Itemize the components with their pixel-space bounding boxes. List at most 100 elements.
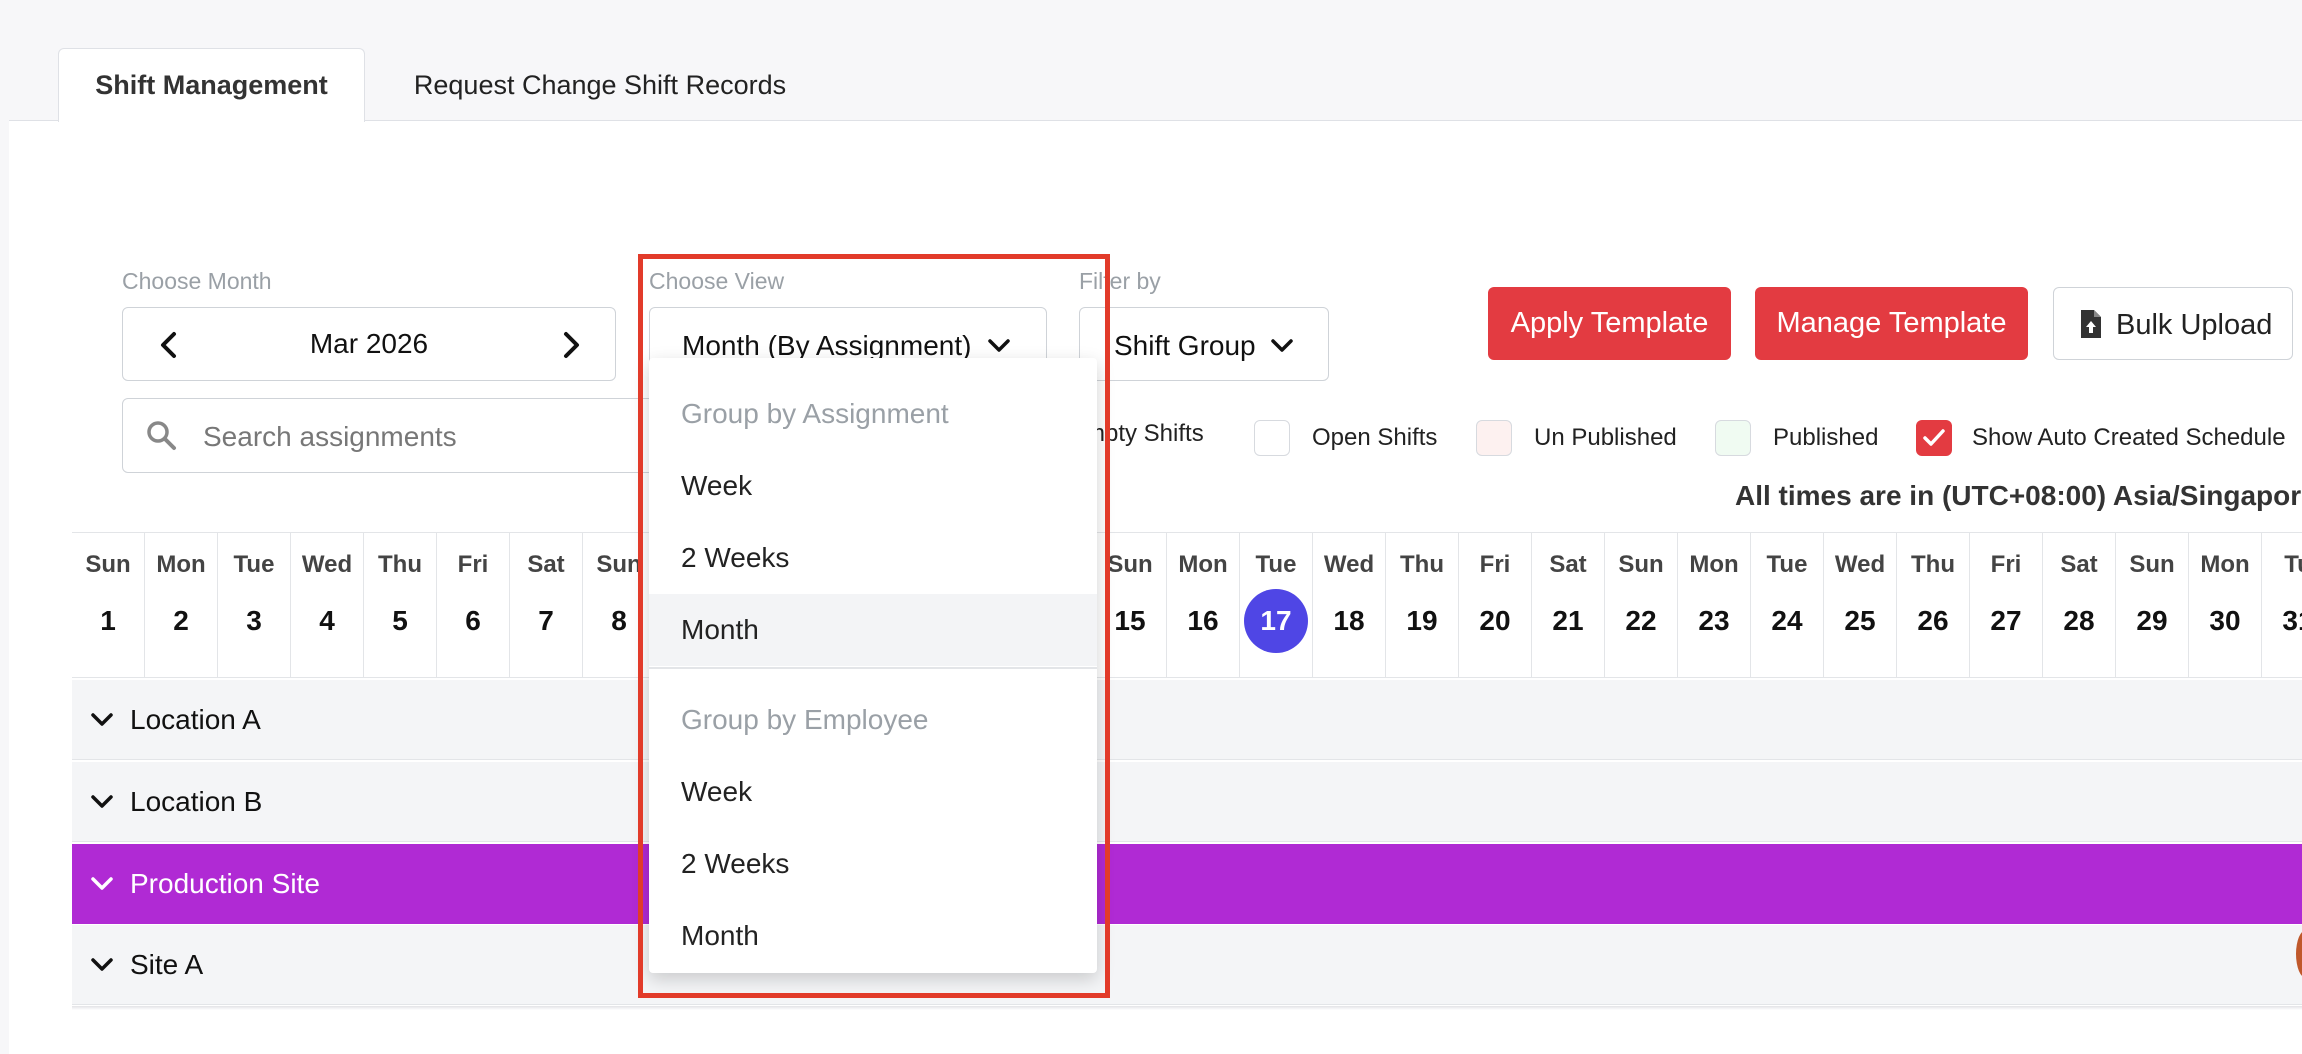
day-number: 6 — [465, 605, 481, 636]
day-name: Sat — [1549, 551, 1587, 578]
day-name: Mon — [2200, 551, 2250, 578]
dropdown-option-employee-2-weeks[interactable]: 2 Weeks — [649, 828, 1097, 900]
group-row-production-site[interactable]: Production Site — [72, 844, 2302, 924]
apply-template-button[interactable]: Apply Template — [1488, 287, 1731, 360]
day-name: Sun — [2129, 551, 2175, 578]
dropdown-option-assignment-month[interactable]: Month — [649, 594, 1097, 666]
group-row-site-a[interactable]: Site A — [72, 925, 2302, 1005]
calendar-day-7[interactable]: Sat 7 — [510, 533, 583, 677]
dropdown-option-employee-month[interactable]: Month — [649, 900, 1097, 972]
left-gutter — [0, 121, 9, 1054]
calendar-day-16[interactable]: Mon 16 — [1167, 533, 1240, 677]
day-number: 5 — [392, 605, 408, 636]
day-name: Sun — [1618, 551, 1664, 578]
calendar-day-17[interactable]: Tue 17 — [1240, 533, 1313, 677]
calendar-day-18[interactable]: Wed 18 — [1313, 533, 1386, 677]
chevron-down-icon[interactable] — [88, 951, 116, 979]
chevron-down-icon[interactable] — [88, 788, 116, 816]
chevron-down-icon[interactable] — [88, 706, 116, 734]
tab-shift-management[interactable]: Shift Management — [58, 48, 365, 122]
calendar-day-31[interactable]: Tu 31 — [2262, 533, 2302, 677]
day-name: Mon — [1178, 551, 1228, 578]
calendar-day-20[interactable]: Fri 20 — [1459, 533, 1532, 677]
calendar-day-29[interactable]: Sun 29 — [2116, 533, 2189, 677]
chevron-down-icon[interactable] — [88, 870, 116, 898]
group-row-location-a[interactable]: Location A — [72, 680, 2302, 760]
checkbox-checked-icon[interactable] — [1916, 420, 1952, 456]
published-swatch — [1715, 420, 1751, 456]
legend-open-shifts: Open Shifts — [1254, 420, 1437, 456]
day-number: 15 — [1114, 605, 1146, 636]
day-number: 2 — [173, 605, 189, 636]
choose-month-label: Choose Month — [122, 268, 272, 294]
legend-unpublished-label: Un Published — [1534, 424, 1677, 451]
legend-open-shifts-label: Open Shifts — [1312, 424, 1438, 451]
day-name: Wed — [301, 551, 353, 578]
calendar-day-28[interactable]: Sat 28 — [2043, 533, 2116, 677]
day-number: 29 — [2136, 605, 2168, 636]
calendar-day-6[interactable]: Fri 6 — [437, 533, 510, 677]
chevron-right-icon[interactable] — [555, 329, 587, 361]
calendar-day-3[interactable]: Tue 3 — [218, 533, 291, 677]
legend-empty-shifts-label: mpty Shifts — [1085, 420, 1204, 447]
day-name: Tue — [1766, 551, 1808, 578]
filter-by-select[interactable]: Shift Group — [1079, 307, 1329, 381]
day-number: 3 — [246, 605, 262, 636]
calendar-day-2[interactable]: Mon 2 — [145, 533, 218, 677]
unpublished-swatch — [1476, 420, 1512, 456]
chevron-down-icon — [988, 339, 1010, 352]
calendar-day-27[interactable]: Fri 27 — [1970, 533, 2043, 677]
day-number: 4 — [319, 605, 335, 636]
day-name: Fri — [1479, 551, 1511, 578]
calendar-day-19[interactable]: Thu 19 — [1386, 533, 1459, 677]
chevron-left-icon[interactable] — [153, 329, 185, 361]
day-name: Fri — [1990, 551, 2022, 578]
calendar-day-23[interactable]: Mon 23 — [1678, 533, 1751, 677]
calendar-day-1[interactable]: Sun 1 — [72, 533, 145, 677]
manage-template-button[interactable]: Manage Template — [1755, 287, 2028, 360]
tab-request-change-shift-records[interactable]: Request Change Shift Records — [380, 48, 820, 122]
day-number: 23 — [1698, 605, 1730, 636]
dropdown-option-assignment-2-weeks[interactable]: 2 Weeks — [649, 522, 1097, 594]
day-number: 1 — [100, 605, 116, 636]
calendar-day-5[interactable]: Thu 5 — [364, 533, 437, 677]
calendar-day-30[interactable]: Mon 30 — [2189, 533, 2262, 677]
search-icon — [147, 421, 176, 450]
dropdown-option-assignment-week[interactable]: Week — [649, 450, 1097, 522]
day-name: Tu — [2284, 551, 2302, 578]
legend-published: Published — [1715, 420, 1878, 456]
legend-empty-shifts: mpty Shifts — [1085, 420, 1204, 448]
filter-by-value: Shift Group — [1114, 330, 1256, 361]
calendar-day-24[interactable]: Tue 24 — [1751, 533, 1824, 677]
choose-view-label: Choose View — [649, 268, 785, 294]
day-name: Sun — [85, 551, 131, 578]
day-number: 26 — [1917, 605, 1949, 636]
calendar-day-21[interactable]: Sat 21 — [1532, 533, 1605, 677]
group-name: Location A — [130, 704, 261, 735]
dropdown-header-group-by-employee: Group by Employee — [681, 704, 929, 735]
file-upload-icon — [2081, 310, 2101, 338]
day-name: Tue — [1255, 551, 1297, 578]
calendar-day-26[interactable]: Thu 26 — [1897, 533, 1970, 677]
calendar-day-4[interactable]: Wed 4 — [291, 533, 364, 677]
group-name: Site A — [130, 949, 204, 980]
chevron-down-icon — [1271, 339, 1293, 352]
day-number: 27 — [1990, 605, 2022, 636]
calendar-day-15[interactable]: Sun 15 — [1094, 533, 1167, 677]
calendar-day-22[interactable]: Sun 22 — [1605, 533, 1678, 677]
calendar-day-8[interactable]: Sun 8 — [583, 533, 656, 677]
calendar-day-25[interactable]: Wed 25 — [1824, 533, 1897, 677]
bulk-upload-button[interactable]: Bulk Upload — [2053, 287, 2293, 360]
day-number: 19 — [1406, 605, 1438, 636]
day-name: Thu — [1911, 551, 1955, 578]
group-row-location-b[interactable]: Location B — [72, 762, 2302, 842]
group-name: Location B — [130, 786, 263, 817]
dropdown-divider — [649, 667, 1097, 669]
search-input[interactable]: Search assignments — [122, 398, 662, 473]
dropdown-option-employee-week[interactable]: Week — [649, 756, 1097, 828]
group-name: Production Site — [130, 868, 320, 899]
show-auto-created-checkbox[interactable]: Show Auto Created Schedule — [1916, 420, 2286, 456]
calendar-header: Sun1Mon2Tue3Wed4Thu5Fri6Sat7Sun8Mon9Tue1… — [72, 532, 2302, 678]
choose-view-dropdown: Group by Assignment Week 2 Weeks Month G… — [649, 358, 1097, 973]
day-name: Tue — [233, 551, 275, 578]
